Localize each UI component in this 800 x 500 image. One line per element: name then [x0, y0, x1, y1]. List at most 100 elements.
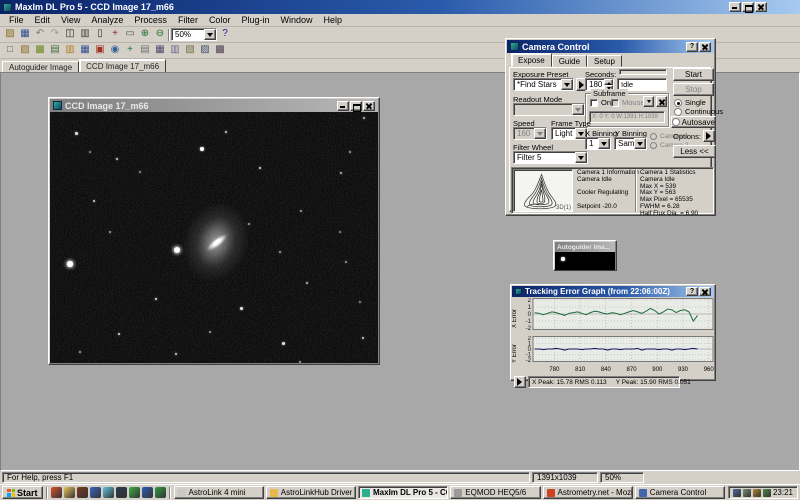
stop-button[interactable]: Stop	[673, 83, 714, 96]
plugin-icon[interactable]: ▨	[198, 44, 212, 57]
camera-control-close-button[interactable]	[699, 42, 711, 52]
tab-expose[interactable]: Expose	[511, 53, 552, 67]
zoom-dropdown-arrow[interactable]	[204, 29, 216, 40]
close-button[interactable]	[755, 2, 767, 12]
taskbar-task-astrometry-net-mozilla[interactable]: Astrometry.net - Mozilla ...	[543, 486, 633, 499]
tab-ccd-image-17-m66[interactable]: CCD Image 17_m66	[79, 59, 166, 72]
single-radio[interactable]: Single	[674, 98, 706, 107]
graph-scroll-button[interactable]	[514, 376, 526, 388]
taskbar-task-eqmod-heq5-6[interactable]: EQMOD HEQ5/6	[450, 486, 540, 499]
ccd-image-window[interactable]: CCD Image 17_m66	[48, 97, 380, 365]
less-button[interactable]: Less <<	[673, 145, 716, 158]
autoguider-image-canvas[interactable]	[555, 252, 615, 270]
quick-launch-5-icon[interactable]	[103, 487, 114, 498]
print-icon[interactable]: ▦	[153, 44, 167, 57]
tray-display-icon[interactable]	[743, 489, 751, 497]
menu-view[interactable]: View	[56, 15, 85, 25]
open-icon[interactable]: ▨	[3, 28, 17, 41]
taskbar-task-camera-control[interactable]: Camera Control	[635, 486, 725, 499]
guide-icon[interactable]: +	[123, 44, 137, 57]
graph-close-button[interactable]	[699, 287, 711, 296]
minimize-button[interactable]	[729, 2, 741, 12]
quick-launch-8-icon[interactable]	[142, 487, 153, 498]
ccd-close-button[interactable]	[363, 101, 375, 111]
tray-network-icon[interactable]	[753, 489, 761, 497]
start-button[interactable]: Start	[2, 486, 43, 499]
tracking-graph-titlebar[interactable]: Tracking Error Graph (from 22:06:00Z) ?	[512, 286, 714, 297]
ccd-window-titlebar[interactable]: CCD Image 17_m66	[50, 99, 378, 112]
graph-help-button[interactable]: ?	[686, 287, 698, 296]
autoguider-titlebar[interactable]: Autoguider Ima...	[555, 242, 615, 252]
redo-icon[interactable]: ↷	[48, 28, 62, 41]
tab-guide[interactable]: Guide	[552, 55, 587, 67]
x-binning-select[interactable]: 1	[585, 137, 611, 150]
menu-filter[interactable]: Filter	[173, 15, 203, 25]
menu-window[interactable]: Window	[275, 15, 317, 25]
quick-color-icon[interactable]: ▥	[63, 44, 77, 57]
quick-launch-3-icon[interactable]	[77, 487, 88, 498]
readout-mode-select[interactable]	[513, 103, 585, 116]
menu-help[interactable]: Help	[318, 15, 347, 25]
tracking-error-graph-window[interactable]: Tracking Error Graph (from 22:06:00Z) ? …	[510, 284, 716, 381]
speed-select[interactable]: 160	[513, 127, 547, 140]
zoom-level-select[interactable]: 50%	[171, 28, 217, 41]
context-help-icon[interactable]: ?	[218, 28, 232, 41]
continuous-radio[interactable]: Continuous	[674, 107, 723, 116]
stretch-preset-icon[interactable]: ▤	[48, 44, 62, 57]
camera-control-titlebar[interactable]: Camera Control ?	[507, 40, 714, 53]
subframe-mouse-checkbox[interactable]: Mouse	[611, 98, 645, 107]
filter-wheel-select[interactable]: Filter 5	[513, 151, 588, 164]
camera-control-dialog[interactable]: Camera Control ? ExposeGuideSetup Exposu…	[505, 38, 716, 216]
menu-file[interactable]: File	[4, 15, 29, 25]
settings-icon[interactable]: ▧	[183, 44, 197, 57]
taskbar-task-astrolinkhub-driver-server[interactable]: AstroLinkHub Driver Server	[266, 486, 356, 499]
menu-process[interactable]: Process	[129, 15, 172, 25]
save-icon[interactable]: ▦	[18, 28, 32, 41]
menu-analyze[interactable]: Analyze	[86, 15, 128, 25]
camera-control-icon[interactable]: ▣	[93, 44, 107, 57]
screen-stretch-icon[interactable]: ◫	[63, 28, 77, 41]
autosave-radio-button[interactable]: Autosave	[671, 116, 716, 128]
magnify-area-icon[interactable]: ▭	[123, 28, 137, 41]
tab-autoguider-image[interactable]: Autoguider Image	[2, 61, 79, 72]
zoom-in-icon[interactable]: ⊕	[138, 28, 152, 41]
quick-launch-7-icon[interactable]	[129, 487, 140, 498]
save-file-icon[interactable]: ▦	[78, 44, 92, 57]
ccd-image-canvas[interactable]	[50, 112, 378, 363]
subframe-clear-button[interactable]	[656, 96, 667, 107]
exposure-preset-select[interactable]: *Find Stars	[513, 78, 574, 91]
open-file-icon[interactable]: ▨	[18, 44, 32, 57]
full-range-icon[interactable]: ▯	[93, 28, 107, 41]
start-button[interactable]: Start	[673, 68, 714, 81]
dual-chip-icon[interactable]: ▥	[78, 28, 92, 41]
tab-setup[interactable]: Setup	[587, 55, 622, 67]
ccd-maximize-button[interactable]	[350, 101, 362, 111]
undo-icon[interactable]: ↶	[33, 28, 47, 41]
batch-process-icon[interactable]: ▩	[213, 44, 227, 57]
sequence-icon[interactable]: ▤	[138, 44, 152, 57]
tray-volume-icon[interactable]	[733, 489, 741, 497]
options-menu-button[interactable]	[703, 130, 715, 142]
quick-launch-2-icon[interactable]	[64, 487, 75, 498]
quick-launch-1-icon[interactable]	[51, 487, 62, 498]
quick-launch-4-icon[interactable]	[90, 487, 101, 498]
taskbar-task-maxim-dl-pro-5-ccd[interactable]: MaxIm DL Pro 5 - CCD...	[358, 486, 448, 499]
menu-plug-in[interactable]: Plug-in	[236, 15, 274, 25]
quick-launch-6-icon[interactable]	[116, 487, 127, 498]
clock[interactable]: 23:21	[773, 488, 793, 497]
quick-launch-9-icon[interactable]	[155, 487, 166, 498]
menu-color[interactable]: Color	[204, 15, 236, 25]
star-profile-thumbnail[interactable]: 3D(1)	[513, 169, 573, 212]
tray-usb-icon[interactable]	[763, 489, 771, 497]
thumbnail-mode-label[interactable]: 3D(1)	[556, 205, 571, 211]
new-document-icon[interactable]: □	[3, 44, 17, 57]
help-button[interactable]: ?	[686, 42, 698, 52]
app-titlebar[interactable]: MaxIm DL Pro 5 - CCD Image 17_m66	[0, 0, 800, 14]
file-append-icon[interactable]: ▩	[33, 44, 47, 57]
ccd-minimize-button[interactable]	[337, 101, 349, 111]
taskbar-task-astrolink-4-mini[interactable]: AstroLink 4 mini	[174, 486, 264, 499]
pin-window-icon[interactable]: +	[108, 28, 122, 41]
autoguider-thumbnail-window[interactable]: Autoguider Ima...	[553, 240, 617, 271]
subframe-edit-button[interactable]	[643, 96, 654, 107]
y-binning-select[interactable]: Same	[614, 137, 647, 150]
